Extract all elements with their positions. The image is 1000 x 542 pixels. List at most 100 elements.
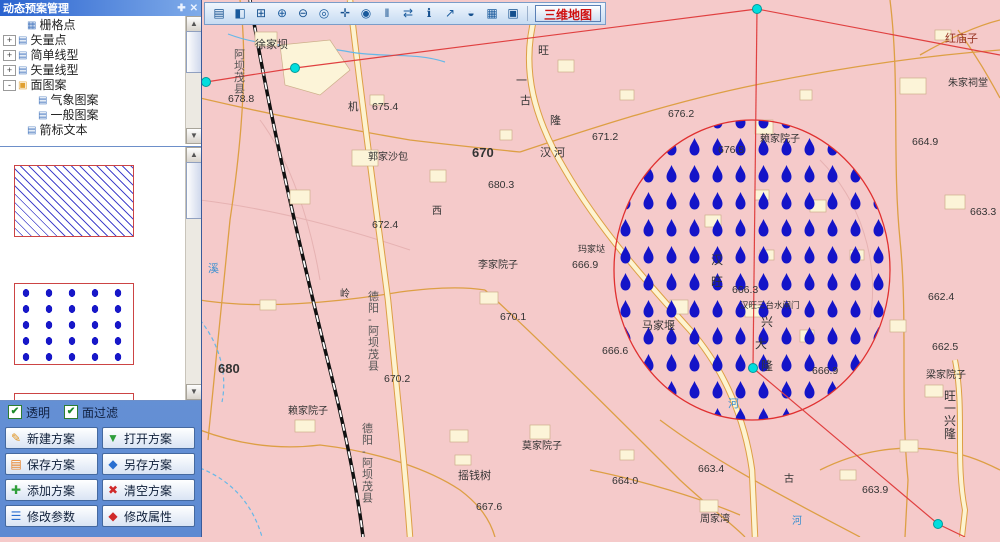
map-label: 红庙子: [945, 31, 978, 45]
save-as-plan-button[interactable]: ◆另存方案: [102, 453, 195, 475]
map-label: 朱家祠堂: [948, 76, 988, 89]
new-plan-button[interactable]: ✎新建方案: [5, 427, 98, 449]
map-label: 666.6: [602, 345, 628, 357]
scroll-thumb[interactable]: [186, 162, 201, 219]
modify-params-button-icon: ☰: [9, 509, 23, 523]
tree-item-area-pattern[interactable]: -▣面图案: [0, 78, 201, 93]
plan-manager-panel: 动态预案管理 ✚ ✕ ▲ ▼ ▦栅格点+▤矢量点+▤简单线型+▤矢量线型-▣面图…: [0, 0, 202, 537]
vertex-handle[interactable]: [753, 5, 762, 14]
modify-attrs-button[interactable]: ◆修改属性: [102, 505, 195, 527]
tree-item-label: 矢量线型: [30, 63, 78, 78]
expand-spacer: [14, 125, 25, 136]
transparent-checkbox[interactable]: ✔透明: [8, 404, 50, 421]
filter-row: ✔透明 ✔面过滤: [0, 401, 201, 423]
info-icon[interactable]: ℹ: [419, 5, 439, 22]
map-label: 666.9: [812, 365, 838, 377]
button-label: 修改参数: [27, 508, 75, 525]
map-label: 676.8: [718, 144, 744, 156]
area-pattern-circle[interactable]: [614, 120, 890, 420]
map-label: 赖家院子: [760, 132, 800, 145]
map-layers-icon[interactable]: ▤: [209, 5, 229, 22]
tree-item-general-pattern[interactable]: ▤一般图案: [0, 108, 201, 123]
open-plan-button[interactable]: ▼打开方案: [102, 427, 195, 449]
expand-icon[interactable]: -: [3, 80, 16, 91]
tree-item-label: 一般图案: [50, 108, 98, 123]
globe-icon[interactable]: ◒: [461, 5, 481, 22]
map-canvas[interactable]: 徐家坝红庙子朱家祠堂678.8机675.4671.2676.2676.8赖家院子…: [200, 0, 1000, 537]
vertex-handle[interactable]: [934, 520, 943, 529]
close-icon[interactable]: ✕: [190, 3, 198, 14]
print-icon[interactable]: ▦: [482, 5, 502, 22]
tree-node-icon: ▤: [38, 93, 47, 108]
button-label: 清空方案: [124, 482, 172, 499]
map-label: 机: [348, 100, 359, 113]
map-label: 古: [520, 94, 531, 107]
map-label: 663.4: [698, 463, 724, 475]
modify-attrs-button-icon: ◆: [106, 509, 120, 523]
zoom-back-icon[interactable]: ◎: [314, 5, 334, 22]
scroll-thumb[interactable]: [186, 31, 201, 73]
scroll-down-icon[interactable]: ▼: [186, 128, 201, 144]
save-icon[interactable]: ▣: [503, 5, 523, 22]
refresh-icon[interactable]: ⇄: [398, 5, 418, 22]
expand-icon[interactable]: +: [3, 35, 16, 46]
zoom-in-icon[interactable]: ⊕: [272, 5, 292, 22]
new-plan-button-icon: ✎: [9, 431, 23, 445]
export-icon[interactable]: ↗: [440, 5, 460, 22]
expand-icon[interactable]: +: [3, 50, 16, 61]
tree-item-vector-line[interactable]: +▤矢量线型: [0, 63, 201, 78]
tree-node-icon: ▤: [18, 48, 27, 63]
pause-icon[interactable]: ‖: [377, 5, 397, 22]
dual-map-icon[interactable]: ◧: [230, 5, 250, 22]
save-plan-button[interactable]: ▤保存方案: [5, 453, 98, 475]
map-label: 李家院子: [478, 258, 518, 271]
panel-header: 动态预案管理 ✚ ✕: [0, 0, 201, 16]
modify-params-button[interactable]: ☰ 修改参数: [5, 505, 98, 527]
preview-scrollbar[interactable]: ▲ ▼: [185, 147, 201, 400]
vertex-handle[interactable]: [291, 64, 300, 73]
map-label: 隆: [550, 113, 561, 127]
scroll-down-icon[interactable]: ▼: [186, 384, 201, 400]
hatch-pattern-swatch[interactable]: [14, 165, 134, 237]
vertex-handle[interactable]: [202, 78, 211, 87]
map-label: 旺一兴隆: [944, 389, 956, 441]
pan-icon[interactable]: ✛: [335, 5, 355, 22]
vertex-handle[interactable]: [749, 364, 758, 373]
tree-item-grid-point[interactable]: ▦栅格点: [0, 18, 201, 33]
area-filter-checkbox[interactable]: ✔面过滤: [64, 404, 118, 421]
partial-pattern-swatch[interactable]: [14, 393, 134, 401]
map-label: 徐家坝: [255, 37, 288, 51]
map-label: 莫家院子: [522, 439, 562, 452]
tree-item-label: 气象图案: [50, 93, 98, 108]
pin-icon[interactable]: ✚: [177, 3, 185, 14]
checkbox-box[interactable]: ✔: [64, 405, 78, 419]
zoom-select-icon[interactable]: ◉: [356, 5, 376, 22]
add-plan-button[interactable]: ✚添加方案: [5, 479, 98, 501]
scroll-up-icon[interactable]: ▲: [186, 16, 201, 32]
zoom-out-icon[interactable]: ⊖: [293, 5, 313, 22]
tree-node-icon: ▦: [27, 18, 36, 33]
tree-item-vector-point[interactable]: +▤矢量点: [0, 33, 201, 48]
tree-scrollbar[interactable]: ▲ ▼: [185, 16, 201, 144]
tree-item-arrow-text[interactable]: ▤箭标文本: [0, 123, 201, 138]
checkbox-box[interactable]: ✔: [8, 405, 22, 419]
droplet-pattern-swatch[interactable]: [14, 283, 134, 365]
map-label: 河: [728, 397, 739, 410]
grid-icon[interactable]: ⊞: [251, 5, 271, 22]
button-label: 打开方案: [124, 430, 172, 447]
tree-item-simple-line[interactable]: +▤简单线型: [0, 48, 201, 63]
map-viewport[interactable]: 徐家坝红庙子朱家祠堂678.8机675.4671.2676.2676.8赖家院子…: [200, 0, 1000, 537]
map-3d-button[interactable]: 三维地图: [535, 5, 601, 22]
map-label: 672.4: [372, 219, 398, 231]
map-label: 680.3: [488, 179, 514, 191]
map-toolbar: ▤◧⊞⊕⊖◎✛◉‖⇄ℹ↗◒▦▣ 三维地图: [204, 2, 606, 25]
expand-icon[interactable]: +: [3, 65, 16, 76]
map-label: 赖家院子: [288, 404, 328, 417]
clear-plan-button[interactable]: ✖清空方案: [102, 479, 195, 501]
map-label: 旺: [538, 45, 549, 57]
map-label: 德阳-阿坝茂县: [368, 289, 379, 372]
scroll-up-icon[interactable]: ▲: [186, 147, 201, 163]
tree-item-weather-pattern[interactable]: ▤气象图案: [0, 93, 201, 108]
tree-node-icon: ▤: [38, 108, 47, 123]
map-label: 662.5: [932, 341, 958, 353]
